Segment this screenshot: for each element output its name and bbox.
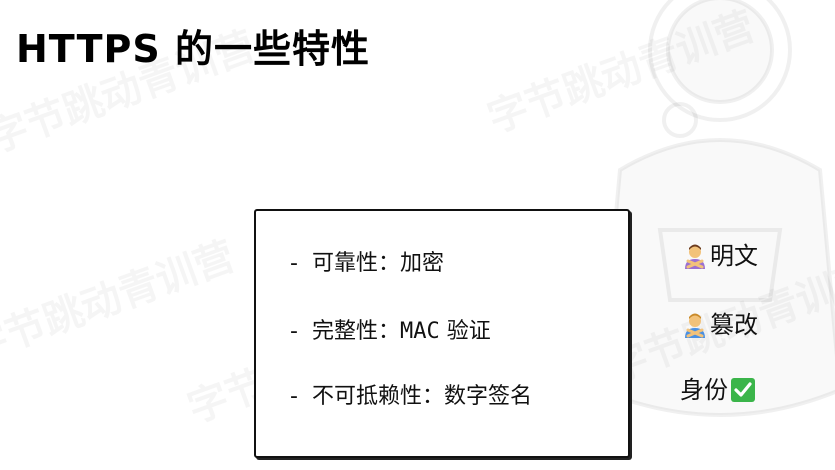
list-item-non-repudiation: - 不可抵赖性：数字签名 bbox=[290, 378, 532, 410]
side-label-identity: 身份 bbox=[680, 370, 758, 405]
features-box: - 可靠性：加密 - 完整性：MAC 验证 - 不可抵赖性：数字签名 bbox=[254, 209, 630, 458]
list-item-text: 可靠性：加密 bbox=[311, 251, 444, 276]
list-item-text: 验证 bbox=[439, 319, 491, 344]
list-item-text: 不可抵赖性：数字签名 bbox=[311, 384, 532, 409]
watermark-text: 字节跳动青训营 bbox=[0, 224, 241, 374]
side-label-text: 明文 bbox=[710, 242, 758, 270]
side-label-plaintext: 明文 bbox=[682, 236, 758, 271]
page-title: HTTPS 的一些特性 bbox=[16, 27, 370, 71]
side-label-text: 身份 bbox=[680, 376, 728, 404]
list-dash: - bbox=[290, 319, 298, 344]
list-item-integrity: - 完整性：MAC 验证 bbox=[290, 313, 491, 345]
check-mark-button-icon bbox=[731, 378, 755, 402]
person-gesturing-no-icon bbox=[685, 244, 705, 269]
list-item-text: 完整性： bbox=[311, 319, 400, 344]
side-label-text: 篡改 bbox=[710, 311, 758, 339]
list-dash: - bbox=[290, 251, 298, 276]
watermark-text: 字节跳动青训营 bbox=[479, 0, 762, 144]
side-label-tamper: 篡改 bbox=[682, 305, 758, 340]
list-item-reliability: - 可靠性：加密 bbox=[290, 245, 444, 277]
list-item-text: MAC bbox=[399, 319, 440, 344]
list-dash: - bbox=[290, 384, 298, 409]
person-gesturing-no-icon bbox=[685, 313, 705, 338]
